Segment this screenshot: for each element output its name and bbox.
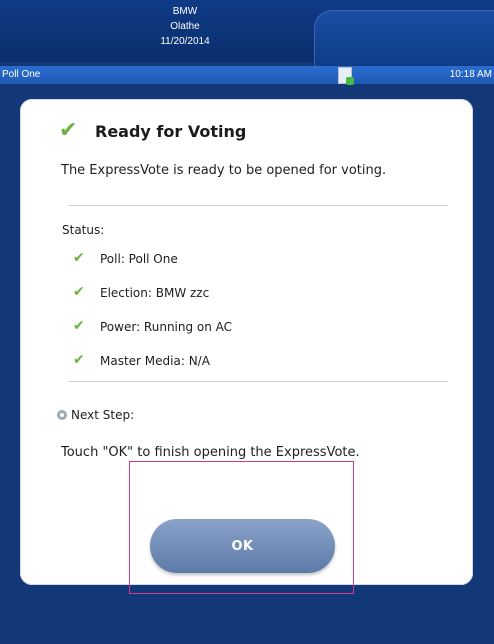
header: BMW Olathe 11/20/2014	[0, 0, 494, 72]
status-item-master-media: Master Media: N/A	[100, 354, 210, 368]
check-icon: ✔	[73, 250, 85, 266]
ok-button-label: OK	[231, 538, 254, 554]
check-icon: ✔	[73, 318, 85, 334]
check-icon: ✔	[59, 118, 78, 143]
gear-icon	[57, 410, 67, 420]
header-tab	[314, 10, 494, 72]
header-date: 11/20/2014	[160, 36, 210, 47]
status-bar-poll: Poll One	[2, 69, 41, 80]
header-line-1: BMW	[172, 6, 198, 17]
dialog-title: Ready for Voting	[95, 122, 247, 141]
status-label: Status:	[62, 223, 105, 237]
next-step-label: Next Step:	[57, 408, 134, 422]
check-icon: ✔	[73, 284, 85, 300]
status-item-power: Power: Running on AC	[100, 320, 233, 334]
divider	[68, 381, 448, 382]
next-step-text: Next Step:	[71, 408, 135, 422]
status-item-poll: Poll: Poll One	[100, 252, 178, 266]
status-item-election: Election: BMW zzc	[100, 286, 210, 300]
status-bar-time: 10:18 AM	[449, 69, 492, 80]
instruction-text: Touch "OK" to finish opening the Express…	[61, 445, 360, 460]
check-icon: ✔	[73, 352, 85, 368]
status-bar: Poll One 10:18 AM	[0, 66, 494, 85]
document-icon	[338, 67, 354, 85]
header-line-2: Olathe	[170, 21, 200, 32]
ok-button[interactable]: OK	[150, 519, 335, 573]
ready-dialog: ✔ Ready for Voting The ExpressVote is re…	[20, 99, 473, 594]
divider	[68, 205, 448, 206]
dialog-subtitle: The ExpressVote is ready to be opened fo…	[61, 163, 387, 178]
